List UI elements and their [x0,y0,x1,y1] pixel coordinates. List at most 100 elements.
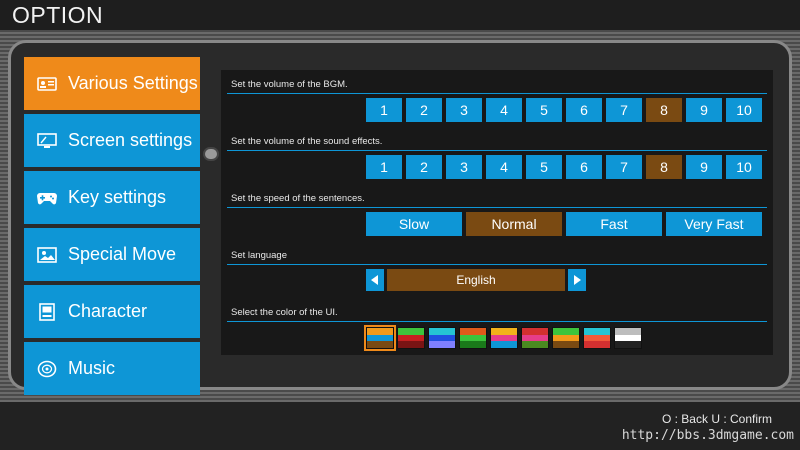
swatch-stripe [553,341,579,349]
speed-option-fast-button[interactable]: Fast [566,212,662,236]
sfx-label: Set the volume of the sound effects. [231,136,383,147]
menu-item-label: Key settings [68,187,167,207]
swatch-stripe [522,341,548,349]
bgm-level-6-button[interactable]: 6 [566,98,602,122]
ui-color-swatch-8[interactable] [583,327,611,349]
ui-color-swatch-5[interactable] [490,327,518,349]
arcade-icon [36,302,58,321]
picture-icon [36,246,58,264]
swatch-stripe [522,328,548,335]
speed-option-slow-button[interactable]: Slow [366,212,462,236]
ui-color-swatch-6[interactable] [521,327,549,349]
menu-item-key-settings[interactable]: Key settings [24,171,200,224]
bgm-level-7-button[interactable]: 7 [606,98,642,122]
swatch-stripe [398,328,424,335]
swatch-stripe [491,341,517,349]
bgm-level-2-button[interactable]: 2 [406,98,442,122]
sfx-level-2-button[interactable]: 2 [406,155,442,179]
ui-color-section: Select the color of the UI. [221,298,773,355]
ui-color-swatch-9[interactable] [614,327,642,349]
bgm-level-8-button[interactable]: 8 [646,98,682,122]
menu-item-music[interactable]: Music [24,342,200,395]
settings-panel: Set the volume of the BGM. 1 2 3 4 5 6 7 8 9 10 S… [221,70,773,355]
bgm-section: Set the volume of the BGM. 1 2 3 4 5 6 7 8 9 10 [221,70,773,127]
menu-item-character[interactable]: Character [24,285,200,338]
monitor-icon [36,132,58,150]
speed-divider [227,207,767,208]
language-value: English [387,269,565,291]
menu-item-various-settings[interactable]: Various Settings [24,57,200,110]
arrow-left-icon [371,275,378,285]
language-prev-button[interactable] [366,269,384,291]
page-title: OPTION [12,2,104,28]
swatch-stripe [429,328,455,335]
menu-item-label: Various Settings [68,73,198,93]
ui-color-swatch-7[interactable] [552,327,580,349]
ui-color-swatch-4[interactable] [459,327,487,349]
bgm-level-10-button[interactable]: 10 [726,98,762,122]
swatch-stripe [460,341,486,349]
menu-item-label: Character [68,301,148,321]
swatch-stripe [553,334,579,342]
swatch-stripe [460,334,486,342]
language-section: Set language English [221,241,773,298]
arrow-right-icon [574,275,581,285]
swatch-stripe [429,334,455,342]
sfx-level-5-button[interactable]: 5 [526,155,562,179]
swatch-stripe [522,334,548,342]
sfx-level-3-button[interactable]: 3 [446,155,482,179]
bgm-level-9-button[interactable]: 9 [686,98,722,122]
language-divider [227,264,767,265]
speed-label: Set the speed of the sentences. [231,193,365,204]
swatch-stripe [491,334,517,342]
language-label: Set language [231,250,287,261]
swatch-stripe [429,341,455,349]
sfx-section: Set the volume of the sound effects. 123… [221,127,773,184]
menu-item-screen-settings[interactable]: Screen settings [24,114,200,167]
speed-row: Slow Normal Fast Very Fast [366,212,766,236]
bgm-level-5-button[interactable]: 5 [526,98,562,122]
swatch-stripe [491,328,517,335]
bgm-divider [227,93,767,94]
bgm-level-4-button[interactable]: 4 [486,98,522,122]
swatch-stripe [367,334,393,342]
ui-color-swatch-2[interactable] [397,327,425,349]
swatch-stripe [584,341,610,349]
bgm-level-3-button[interactable]: 3 [446,98,482,122]
frame-knob [203,147,219,161]
swatch-stripe [398,334,424,342]
ui-color-swatch-row [364,325,645,351]
sfx-level-10-button[interactable]: 10 [726,155,762,179]
gamepad-icon [36,189,58,207]
id-card-icon [36,75,58,93]
ui-color-swatch-3[interactable] [428,327,456,349]
menu-item-special-move[interactable]: Special Move [24,228,200,281]
speed-option-normal-button[interactable]: Normal [466,212,562,236]
sfx-level-4-button[interactable]: 4 [486,155,522,179]
sfx-level-6-button[interactable]: 6 [566,155,602,179]
swatch-stripe [615,334,641,342]
top-bar: OPTION [0,0,800,30]
language-next-button[interactable] [568,269,586,291]
swatch-stripe [584,334,610,342]
disc-icon [36,360,58,378]
swatch-stripe [460,328,486,335]
control-hint: O : Back U : Confirm [661,412,772,426]
sfx-level-1-button[interactable]: 1 [366,155,402,179]
sfx-level-7-button[interactable]: 7 [606,155,642,179]
bgm-label: Set the volume of the BGM. [231,79,348,90]
sfx-level-8-button[interactable]: 8 [646,155,682,179]
swatch-stripe [398,341,424,349]
swatch-stripe [367,341,393,349]
options-menu: Various Settings Screen settings Key set… [24,57,200,399]
ui-color-swatch-1[interactable] [364,325,396,351]
ui-color-divider [227,321,767,322]
swatch-stripe [615,328,641,335]
sfx-level-9-button[interactable]: 9 [686,155,722,179]
swatch-stripe [615,341,641,349]
bgm-level-1-button[interactable]: 1 [366,98,402,122]
speed-option-very-fast-button[interactable]: Very Fast [666,212,762,236]
menu-item-label: Special Move [68,244,177,264]
menu-item-label: Screen settings [68,130,193,150]
swatch-stripe [584,328,610,335]
